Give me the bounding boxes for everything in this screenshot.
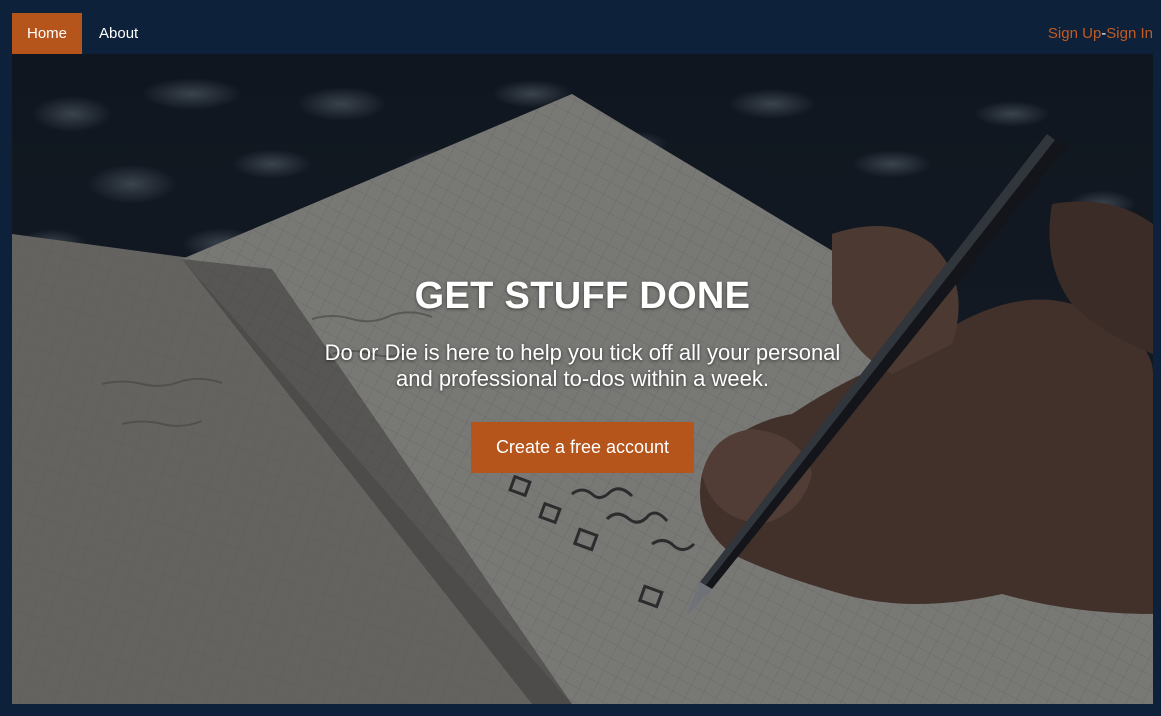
hero-content: GET STUFF DONE Do or Die is here to help…	[12, 272, 1153, 473]
create-account-button[interactable]: Create a free account	[470, 422, 695, 473]
hero-section: GET STUFF DONE Do or Die is here to help…	[12, 54, 1153, 704]
hero-title: GET STUFF DONE	[414, 275, 751, 317]
top-navbar: Home About Sign Up-Sign In	[12, 13, 1153, 54]
page: Home About Sign Up-Sign In GET STUFF DON…	[0, 0, 1161, 716]
nav-menu: Home About	[12, 13, 153, 54]
sign-in-link[interactable]: Sign In	[1106, 25, 1153, 42]
sign-up-link[interactable]: Sign Up	[1048, 25, 1101, 42]
nav-home-link[interactable]: Home	[12, 13, 83, 54]
nav-about-link[interactable]: About	[82, 13, 153, 54]
auth-links: Sign Up-Sign In	[1048, 13, 1153, 54]
hero-subtitle: Do or Die is here to help you tick off a…	[324, 340, 841, 391]
